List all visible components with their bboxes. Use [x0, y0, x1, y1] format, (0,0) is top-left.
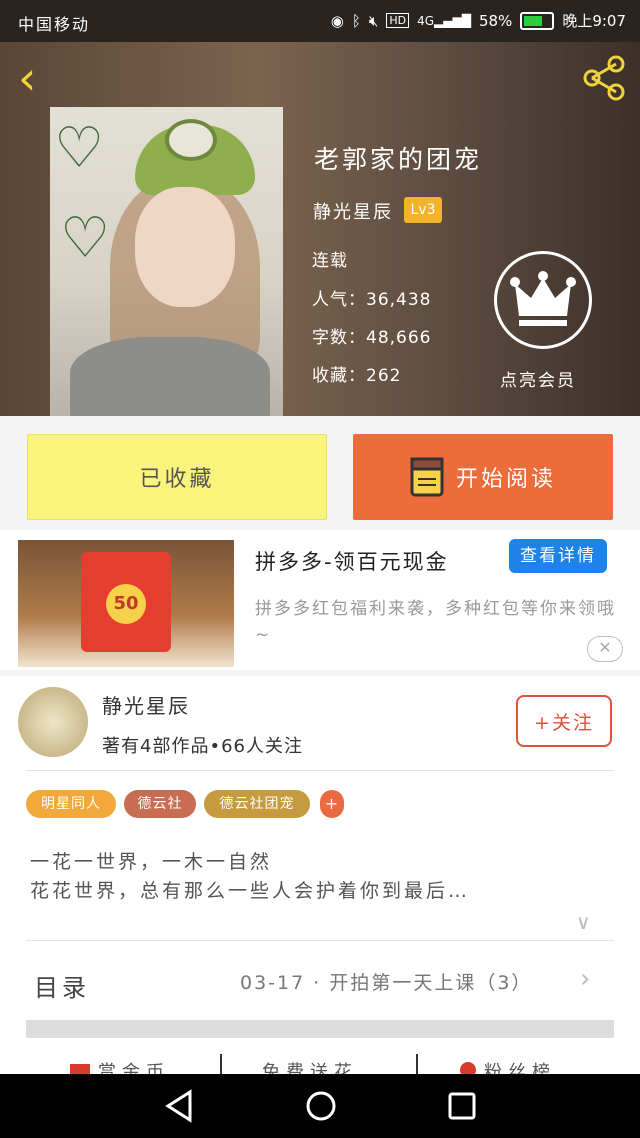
ad-image-badge: 50 [106, 584, 146, 624]
bluetooth-icon: ᛒ [351, 11, 361, 30]
book-favorites: 收藏：262 [312, 366, 402, 386]
favorited-button[interactable]: 已收藏 [27, 434, 327, 520]
synopsis-line: 一花一世界，一木一自然 [30, 851, 273, 873]
back-arrow-icon[interactable]: ‹ [18, 55, 36, 101]
home-circle-icon[interactable] [304, 1089, 338, 1123]
follow-button[interactable]: +关注 [516, 695, 612, 747]
book-status: 连载 [312, 251, 348, 271]
toc-label[interactable]: 目录 [34, 968, 90, 1003]
vip-label[interactable]: 点亮会员 [500, 366, 576, 391]
book-author[interactable]: 静光星辰 [313, 198, 393, 224]
book-icon [410, 457, 444, 497]
close-icon[interactable]: ✕ [587, 636, 623, 662]
start-reading-label: 开始阅读 [455, 467, 556, 492]
ad-description: 拼多多红包福利来袭，多种红包等你来领哦~ [255, 599, 616, 645]
vip-button[interactable] [494, 251, 592, 349]
author-name[interactable]: 静光星辰 [102, 690, 190, 719]
tag-label: + [324, 794, 340, 813]
cover-sweater [70, 337, 270, 416]
ad-image[interactable]: 50 [18, 540, 234, 667]
cover-face [135, 187, 235, 307]
mute-icon: 🔇︎ [368, 11, 379, 30]
book-word-count: 字数：48,666 [312, 328, 432, 348]
author-info: 著有4部作品•66人关注 [102, 736, 303, 757]
tag-label: 德云社团宠 [219, 796, 295, 812]
heart-doodle-icon: ♡ [54, 116, 105, 181]
recent-apps-icon[interactable] [447, 1091, 477, 1121]
tag-label: 明星同人 [41, 796, 101, 812]
favorited-label: 已收藏 [139, 467, 215, 492]
book-details: 明星同人 德云社 德云社团宠 + 一花一世界，一木一自然 花花世界，总有那么一些… [0, 770, 640, 1060]
avatar[interactable] [18, 687, 88, 757]
bottom-actions: 赏金币 免费送花 粉丝榜 [0, 1040, 640, 1083]
add-tag-button[interactable]: + [320, 790, 344, 818]
crown-icon [510, 271, 576, 326]
share-icon[interactable] [580, 54, 628, 106]
status-icons: ◉ ᛒ 🔇︎ HD 4G▂▄▆█ 58% 晚上9:07 [331, 10, 626, 31]
tab-divider [220, 1054, 222, 1076]
section-divider-bar [26, 1020, 614, 1038]
battery-icon [520, 11, 555, 30]
synopsis[interactable]: 一花一世界，一木一自然 花花世界，总有那么一些人会护着你到最后… [30, 848, 470, 906]
tab-divider [416, 1054, 418, 1076]
clock: 晚上9:07 [562, 12, 626, 30]
battery-percent: 58% [478, 11, 513, 30]
synopsis-line: 花花世界，总有那么一些人会护着你到最后… [30, 880, 471, 902]
author-level-badge: Lv3 [404, 197, 442, 223]
author-card[interactable]: 静光星辰 著有4部作品•66人关注 +关注 [0, 676, 640, 770]
red-envelope-icon: 50 [81, 552, 171, 652]
divider [26, 770, 614, 771]
tag-0[interactable]: 明星同人 [26, 790, 116, 818]
tag-1[interactable]: 德云社 [124, 790, 196, 818]
hotspot-icon: ◉ [330, 11, 344, 30]
toc-latest-chapter[interactable]: 03-17 · 开拍第一天上课（3） [240, 968, 532, 995]
system-navigation-bar [0, 1074, 640, 1138]
carrier-name: 中国移动 [18, 15, 91, 34]
chevron-right-icon[interactable]: › [580, 964, 590, 994]
ad-detail-button[interactable]: 查看详情 [509, 539, 607, 573]
cover-hat-eye [165, 119, 217, 161]
book-cover[interactable]: ♡ ♡ [50, 107, 283, 416]
signal-icon: 4G▂▄▆█ [417, 13, 471, 28]
status-bar: 中国移动 ◉ ᛒ 🔇︎ HD 4G▂▄▆█ 58% 晚上9:07 [0, 0, 640, 42]
heart-doodle-icon: ♡ [60, 206, 111, 271]
ad-title[interactable]: 拼多多-领百元现金 [255, 546, 449, 576]
tag-label: 德云社 [137, 796, 183, 812]
divider [26, 940, 614, 941]
chevron-down-icon[interactable]: ∨ [576, 910, 591, 934]
start-reading-button[interactable]: 开始阅读 [353, 434, 613, 520]
hd-icon: HD [386, 13, 410, 28]
tag-2[interactable]: 德云社团宠 [204, 790, 310, 818]
ad-banner[interactable]: 50 拼多多-领百元现金 查看详情 拼多多红包福利来袭，多种红包等你来领哦~ ✕ [0, 530, 640, 670]
back-triangle-icon[interactable] [162, 1088, 196, 1124]
book-title: 老郭家的团宠 [314, 145, 483, 174]
book-popularity: 人气：36,438 [312, 290, 432, 310]
